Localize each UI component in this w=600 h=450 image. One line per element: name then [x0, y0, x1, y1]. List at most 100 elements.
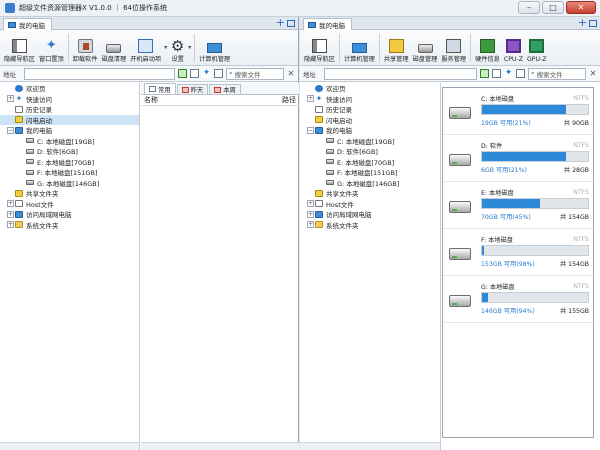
drive-item[interactable]: D: 软件 NTFS 6GB 可用(21%) 共 28GB — [443, 135, 593, 182]
expand-toggle-icon[interactable]: − — [307, 126, 314, 134]
word-icon[interactable] — [516, 69, 525, 78]
view-toggle-icon[interactable] — [190, 69, 199, 78]
split-view-icon[interactable] — [287, 20, 295, 27]
tree-node[interactable]: 共享文件夹 — [0, 188, 139, 199]
close-button[interactable]: ✕ — [566, 1, 596, 14]
tree-node[interactable]: E: 本地磁盘[70GB] — [0, 157, 139, 168]
right-tab-my-computer[interactable]: 我的电脑 — [303, 18, 352, 30]
horizontal-scrollbar[interactable] — [0, 442, 139, 450]
pin-window-button[interactable]: ✦ 窗口置顶 — [37, 31, 66, 65]
hide-nav-button[interactable]: 隐藏导航区 — [302, 31, 337, 65]
minimize-button[interactable]: – — [518, 1, 540, 14]
expand-toggle-icon[interactable]: + — [307, 95, 314, 103]
search-input[interactable]: ⌕ 搜索文件 — [528, 67, 586, 80]
tree-node[interactable]: C: 本地磁盘[19GB] — [0, 136, 139, 147]
tree-node[interactable]: 历史记录 — [300, 104, 440, 115]
address-input[interactable] — [24, 67, 175, 80]
tree-node[interactable]: F: 本地磁盘[151GB] — [0, 167, 139, 178]
drive-item[interactable]: E: 本地磁盘 NTFS 70GB 可用(45%) 共 154GB — [443, 182, 593, 229]
share-management-button[interactable]: 共享管理 — [382, 31, 411, 65]
computer-management-button[interactable]: 计算机管理 — [197, 31, 232, 65]
search-icon: ⌕ — [229, 69, 233, 77]
expand-toggle-icon[interactable]: + — [7, 221, 14, 229]
left-tab-my-computer[interactable]: 我的电脑 — [3, 18, 52, 30]
nav-panel-icon — [11, 39, 27, 53]
tree-node[interactable]: 欢迎页 — [300, 83, 440, 94]
file-tab-common[interactable]: 常用 — [144, 83, 176, 94]
tree-node[interactable]: 历史记录 — [0, 104, 139, 115]
tree-node[interactable]: G: 本地磁盘[146GB] — [300, 178, 440, 189]
tree-node[interactable]: 闪电启动 — [0, 114, 139, 125]
search-input[interactable]: ⌕ 搜索文件 — [226, 67, 284, 80]
expand-toggle-icon[interactable]: + — [7, 200, 14, 208]
drive-item[interactable]: G: 本地磁盘 NTFS 146GB 可用(94%) 共 155GB — [443, 276, 593, 323]
service-management-button[interactable]: 服务管理 — [439, 31, 468, 65]
tree-node[interactable]: 共享文件夹 — [300, 188, 440, 199]
file-tab-week[interactable]: 本周 — [209, 84, 241, 94]
tree-node[interactable]: + 访问局域网电脑 — [0, 209, 139, 220]
tree-node[interactable]: + 系统文件夹 — [0, 220, 139, 231]
tree-node[interactable]: 欢迎页 — [0, 83, 139, 94]
expand-toggle-icon[interactable]: + — [307, 200, 314, 208]
tree-node[interactable]: D: 软件[6GB] — [300, 146, 440, 157]
tree-node[interactable]: F: 本地磁盘[151GB] — [300, 167, 440, 178]
split-view-icon[interactable] — [589, 20, 597, 27]
word-icon[interactable] — [214, 69, 223, 78]
address-input[interactable] — [324, 67, 477, 80]
uninstall-button[interactable]: 卸载软件 — [71, 31, 100, 65]
tree-node[interactable]: − 我的电脑 — [0, 125, 139, 136]
tree-node[interactable]: − 我的电脑 — [300, 125, 440, 136]
view-toggle-icon[interactable] — [492, 69, 501, 78]
add-tab-icon[interactable]: + — [276, 17, 285, 29]
maximize-button[interactable]: □ — [542, 1, 564, 14]
tree-node[interactable]: + Host文件 — [0, 199, 139, 210]
globe-icon — [15, 84, 23, 92]
hard-drive-icon — [449, 248, 471, 260]
expand-toggle-icon[interactable]: − — [7, 126, 14, 134]
tree-node[interactable]: G: 本地磁盘[146GB] — [0, 178, 139, 189]
tree-node[interactable]: 闪电启动 — [300, 115, 440, 126]
tree-node[interactable]: + Host文件 — [300, 199, 440, 210]
tree-node[interactable]: E: 本地磁盘[70GB] — [300, 157, 440, 168]
expand-toggle-icon[interactable]: + — [307, 210, 314, 218]
horizontal-scrollbar[interactable] — [300, 442, 440, 450]
disk-cleanup-button[interactable]: 磁盘清理 — [99, 31, 128, 65]
tree-node[interactable]: + ✦ 快速访问 — [300, 94, 440, 105]
up-folder-icon[interactable] — [178, 69, 187, 78]
clear-icon[interactable]: ✕ — [287, 69, 295, 78]
startup-items-button[interactable]: 开机启动项 — [128, 31, 163, 65]
file-tab-yesterday[interactable]: 昨天 — [176, 84, 209, 94]
flash-icon — [15, 116, 23, 124]
up-folder-icon[interactable] — [480, 69, 489, 78]
column-path[interactable]: 路径 — [282, 95, 296, 105]
add-tab-icon[interactable]: + — [578, 17, 587, 29]
cpuz-button[interactable]: CPU-Z — [502, 31, 525, 65]
drive-usage-bar — [481, 292, 589, 303]
startup-dropdown-icon[interactable]: ▾ — [164, 44, 167, 51]
clear-icon[interactable]: ✕ — [589, 69, 597, 78]
expand-toggle-icon[interactable]: + — [307, 221, 314, 229]
expand-toggle-icon[interactable]: + — [7, 210, 14, 218]
computer-management-button[interactable]: 计算机管理 — [342, 31, 377, 65]
settings-button[interactable]: ⚙ 设置 — [168, 31, 187, 65]
tree-node[interactable]: D: 软件[6GB] — [0, 146, 139, 157]
tree-node[interactable]: + 访问局域网电脑 — [300, 209, 440, 220]
horizontal-scrollbar[interactable] — [141, 442, 299, 450]
favorite-icon[interactable]: ✦ — [504, 69, 513, 78]
hardware-info-button[interactable]: 硬件信息 — [473, 31, 502, 65]
settings-dropdown-icon[interactable]: ▾ — [188, 44, 191, 51]
tree-node[interactable]: + ✦ 快速访问 — [0, 94, 139, 105]
hide-nav-button[interactable]: 隐藏导航区 — [2, 31, 37, 65]
disk-management-button[interactable]: 磁盘管理 — [411, 31, 440, 65]
tree-node[interactable]: C: 本地磁盘[19GB] — [300, 136, 440, 147]
favorite-icon[interactable]: ✦ — [202, 69, 211, 78]
expand-toggle-icon[interactable]: + — [7, 95, 14, 103]
file-list-header: 名称 路径 — [141, 95, 299, 106]
drive-item[interactable]: C: 本地磁盘 NTFS 19GB 可用(21%) 共 90GB — [443, 88, 593, 135]
gpuz-button[interactable]: GPU-Z — [525, 31, 549, 65]
drive-item[interactable]: F: 本地磁盘 NTFS 153GB 可用(98%) 共 154GB — [443, 229, 593, 276]
column-name[interactable]: 名称 — [144, 95, 158, 105]
pc-icon — [15, 126, 23, 134]
tree-node[interactable]: + 系统文件夹 — [300, 220, 440, 231]
